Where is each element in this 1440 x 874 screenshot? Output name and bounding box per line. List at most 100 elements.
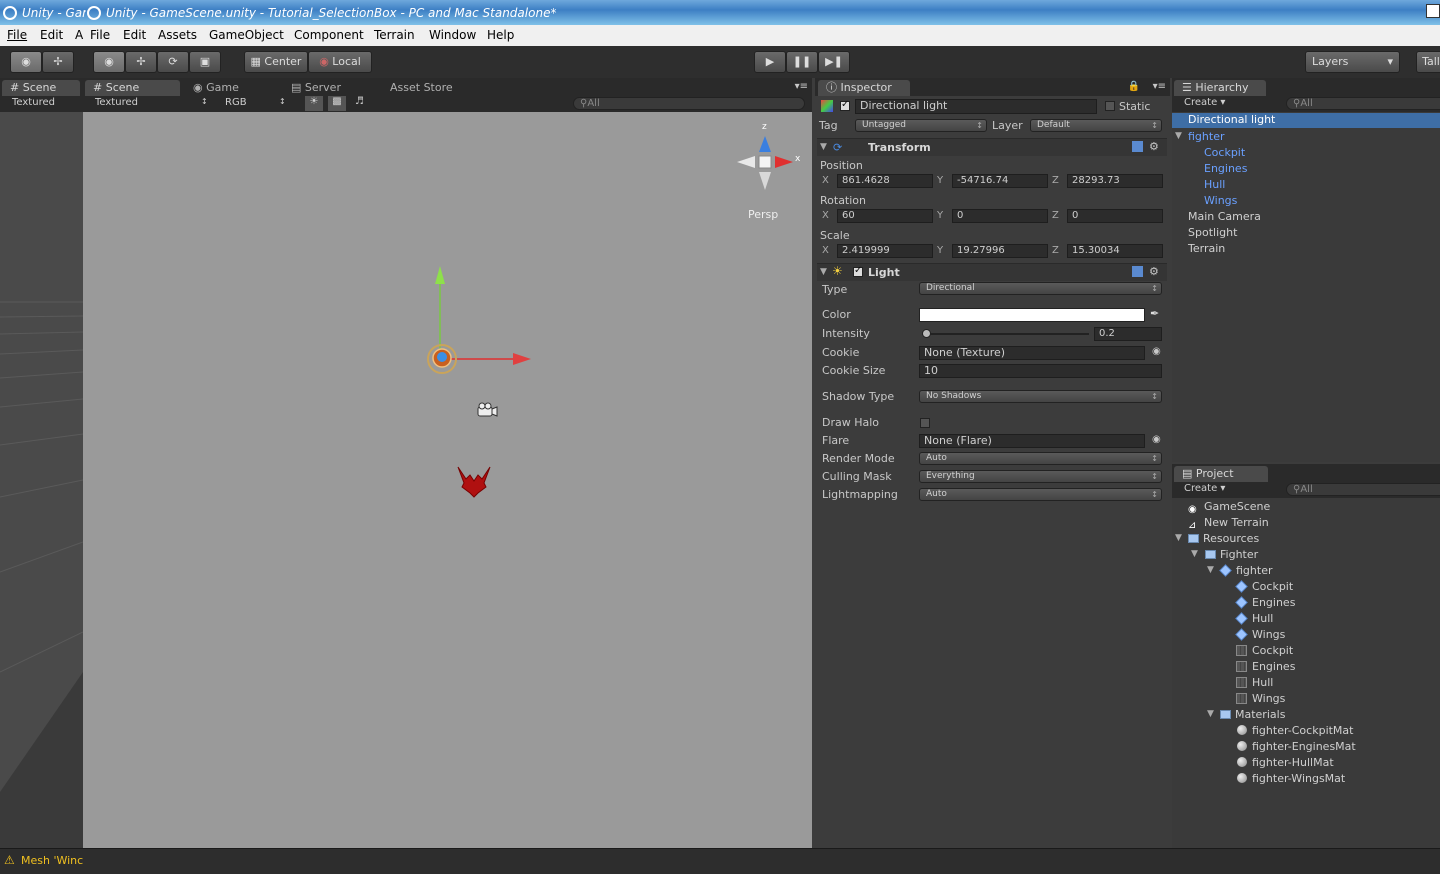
scene-lighting-icon[interactable]: ☀ [305, 96, 323, 111]
tab-scene[interactable]: # Scene [85, 80, 180, 96]
foldout-arrow-icon[interactable]: ▼ [1207, 709, 1214, 719]
play-button[interactable]: ▶ [754, 51, 786, 73]
scene-orientation-gizmo[interactable] [737, 136, 793, 190]
cookie-size-field[interactable]: 10 [919, 364, 1162, 378]
project-prefab-cockpit[interactable]: Cockpit [1235, 580, 1293, 593]
scale-x-field[interactable]: 2.419999 [837, 244, 933, 258]
project-mesh-cockpit[interactable]: Cockpit [1236, 644, 1293, 657]
render-mode-dropdown[interactable]: Textured [95, 97, 138, 108]
left-move-tool-button[interactable]: ✢ [42, 51, 74, 73]
project-mesh-wings[interactable]: Wings [1236, 692, 1285, 705]
project-item-new-terrain[interactable]: ⊿ New Terrain [1188, 516, 1269, 531]
project-prefab-wings[interactable]: Wings [1235, 628, 1285, 641]
help-icon[interactable] [1132, 266, 1143, 277]
project-folder-resources[interactable]: Resources [1188, 532, 1259, 545]
fighter-ship-object[interactable] [457, 466, 491, 498]
step-button[interactable]: ▶❚ [818, 51, 850, 73]
scale-tool-button[interactable]: ▣ [189, 51, 221, 73]
hierarchy-item-hull[interactable]: Hull [1204, 178, 1225, 191]
lightmapping-dropdown[interactable]: Auto [919, 488, 1162, 501]
menu-window[interactable]: Window [429, 28, 476, 42]
menu-component[interactable]: Component [294, 28, 364, 42]
rotation-y-field[interactable]: 0 [952, 209, 1048, 223]
left-scene-viewport[interactable] [0, 112, 83, 848]
tab-project[interactable]: ▤ Project [1174, 466, 1268, 482]
project-create-dropdown[interactable]: Create ▾ [1184, 483, 1225, 494]
rotation-z-field[interactable]: 0 [1067, 209, 1163, 223]
transform-component-header[interactable]: ▼ ⟳ Transform ⚙ [817, 138, 1167, 156]
foldout-arrow-icon[interactable]: ▼ [820, 267, 827, 277]
hierarchy-item-engines[interactable]: Engines [1204, 162, 1247, 175]
menu-file-left[interactable]: File [7, 28, 27, 42]
layers-dropdown[interactable]: Layers ▾ [1305, 51, 1400, 73]
menu-gameobject[interactable]: GameObject [209, 28, 284, 42]
perspective-label[interactable]: Persp [748, 208, 778, 221]
pause-button[interactable]: ❚❚ [786, 51, 818, 73]
pivot-local-toggle[interactable]: ◉ Local [308, 51, 372, 73]
scene-fx-icon[interactable]: ▩ [328, 96, 346, 111]
hierarchy-item-cockpit[interactable]: Cockpit [1204, 146, 1245, 159]
panel-menu-icon[interactable]: ▾≡ [1153, 81, 1166, 92]
render-mode-dropdown-light[interactable]: Auto [919, 452, 1162, 465]
project-material-hull[interactable]: fighter-HullMat [1237, 756, 1334, 769]
layer-dropdown[interactable]: Default [1030, 119, 1162, 132]
tab-server[interactable]: ▤ Server [283, 80, 349, 96]
project-prefab-engines[interactable]: Engines [1235, 596, 1295, 609]
scene-audio-icon[interactable]: ♬ [355, 96, 364, 107]
left-view-tool-button[interactable]: ◉ [10, 51, 42, 73]
hierarchy-create-dropdown[interactable]: Create ▾ [1184, 97, 1225, 108]
tab-inspector[interactable]: ⓘ Inspector [818, 80, 910, 96]
menu-terrain[interactable]: Terrain [374, 28, 415, 42]
rotation-x-field[interactable]: 60 [837, 209, 933, 223]
hierarchy-item-spotlight[interactable]: Spotlight [1188, 226, 1237, 239]
menu-edit-left[interactable]: Edit [40, 28, 63, 42]
foldout-arrow-icon[interactable]: ▼ [820, 142, 827, 152]
project-folder-materials[interactable]: Materials [1220, 708, 1285, 721]
project-material-engines[interactable]: fighter-EnginesMat [1237, 740, 1356, 753]
left-render-mode-dropdown[interactable]: Textured [12, 97, 55, 108]
light-type-dropdown[interactable]: Directional [919, 282, 1162, 295]
menu-file[interactable]: File [90, 28, 110, 42]
hierarchy-item-directional-light[interactable]: Directional light [1172, 113, 1440, 128]
gear-icon[interactable]: ⚙ [1149, 140, 1159, 153]
foldout-arrow-icon[interactable]: ▼ [1191, 549, 1198, 559]
hierarchy-item-fighter[interactable]: fighter [1188, 130, 1225, 143]
project-mesh-engines[interactable]: Engines [1236, 660, 1295, 673]
project-item-gamescene[interactable]: ◉ GameScene [1188, 500, 1270, 515]
help-icon[interactable] [1132, 141, 1143, 152]
shadow-type-dropdown[interactable]: No Shadows [919, 390, 1162, 403]
tag-dropdown[interactable]: Untagged [855, 119, 987, 132]
tab-asset-store[interactable]: Asset Store [382, 80, 461, 96]
rotate-tool-button[interactable]: ⟳ [157, 51, 189, 73]
project-search-input[interactable]: ⚲All [1286, 483, 1440, 496]
hierarchy-item-wings[interactable]: Wings [1204, 194, 1237, 207]
panel-menu-icon[interactable]: ▾≡ [795, 81, 808, 92]
foldout-arrow-icon[interactable]: ▼ [1175, 131, 1182, 141]
object-picker-icon[interactable]: ◉ [1152, 346, 1161, 357]
tab-left-scene[interactable]: # Scene [2, 80, 80, 96]
tab-game[interactable]: ◉ Game [185, 80, 247, 96]
object-picker-icon[interactable]: ◉ [1152, 434, 1161, 445]
menu-assets[interactable]: Assets [158, 28, 197, 42]
foldout-arrow-icon[interactable]: ▼ [1207, 565, 1214, 575]
light-color-swatch[interactable] [919, 308, 1145, 322]
eyedropper-icon[interactable]: ✒ [1150, 307, 1159, 320]
gizmo-y-arrow-icon[interactable] [435, 266, 445, 284]
project-material-cockpit[interactable]: fighter-CockpitMat [1237, 724, 1353, 737]
window-restore-button[interactable] [1426, 4, 1440, 18]
layout-dropdown[interactable]: Tall [1416, 51, 1440, 73]
intensity-field[interactable]: 0.2 [1094, 327, 1162, 341]
window-tab-2[interactable]: Unity - GameScene.unity - Tutorial_Selec… [84, 3, 784, 23]
light-component-header[interactable]: ▼ ☀ Light ⚙ [817, 263, 1167, 281]
gizmo-x-arrow-icon[interactable] [513, 353, 531, 365]
project-material-wings[interactable]: fighter-WingsMat [1237, 772, 1345, 785]
window-tab-1[interactable]: Unity - Gam [0, 3, 86, 23]
color-mode-dropdown[interactable]: RGB [225, 97, 247, 108]
project-mesh-hull[interactable]: Hull [1236, 676, 1273, 689]
culling-mask-dropdown[interactable]: Everything [919, 470, 1162, 483]
hierarchy-item-terrain[interactable]: Terrain [1188, 242, 1225, 255]
flare-object-field[interactable]: None (Flare) [919, 434, 1145, 448]
project-prefab-hull[interactable]: Hull [1235, 612, 1273, 625]
draw-halo-checkbox[interactable] [920, 418, 930, 428]
scene-search-input[interactable]: ⚲All [573, 97, 805, 110]
